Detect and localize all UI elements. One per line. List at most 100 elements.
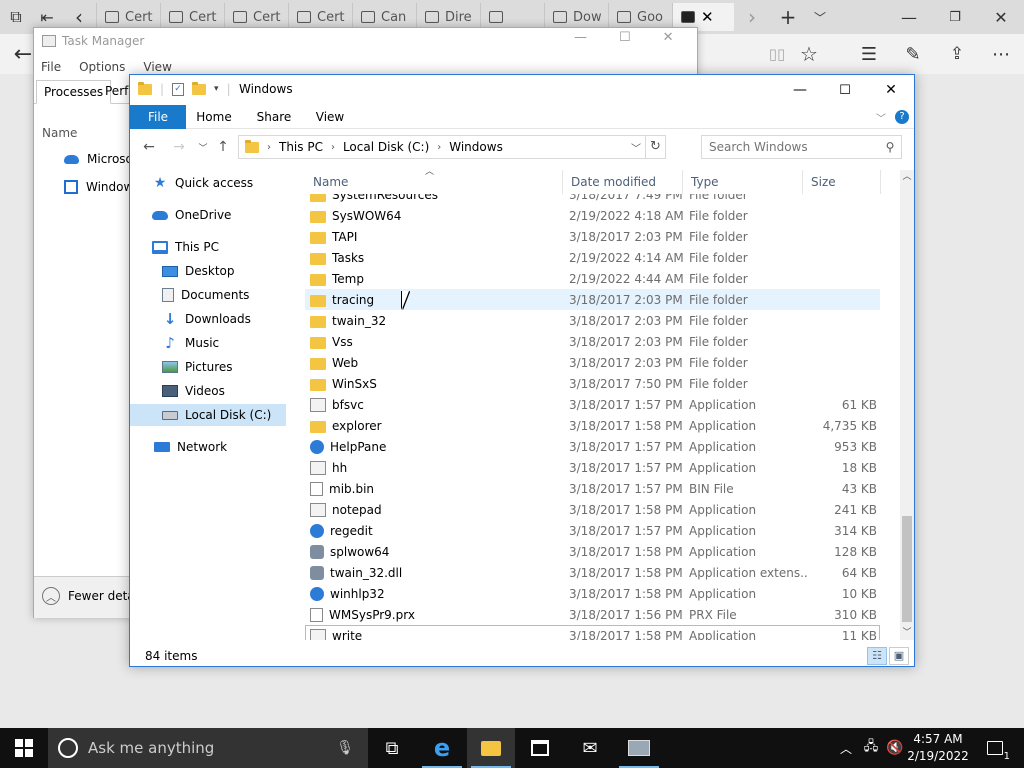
close-icon[interactable]: ✕ [868,75,914,105]
nav-onedrive[interactable]: OneDrive [152,204,231,226]
close-icon[interactable]: ✕ [978,0,1024,34]
favorite-star-icon[interactable]: ☆ [786,37,832,71]
forward-arrow-icon[interactable]: → [168,136,190,158]
volume-muted-icon[interactable]: 🔇 [884,728,906,768]
maximize-icon[interactable]: ☐ [822,75,868,105]
minimize-icon[interactable]: — [777,75,823,105]
large-icons-view-icon[interactable]: ▣ [889,647,909,665]
menu-view[interactable]: View [143,60,171,74]
file-row[interactable]: explorer 3/18/2017 1:58 PM Application 4,73… [305,415,880,436]
file-row[interactable]: WMSysPr9.prx 3/18/2017 1:56 PM PRX File 310… [305,604,880,625]
properties-icon[interactable]: ✓ [172,82,185,96]
more-icon[interactable]: ⋯ [978,37,1024,71]
menu-options[interactable]: Options [79,60,125,74]
nav-local-disk[interactable]: Local Disk (C:) [130,404,286,426]
restore-icon[interactable]: ❐ [932,0,978,34]
tab-preview-chevron-icon[interactable]: ﹀ [800,0,840,34]
file-row[interactable]: tracing 3/18/2017 2:03 PM File folder [305,289,880,310]
scroll-down-icon[interactable]: ﹀ [900,626,914,640]
ribbon-tab-file[interactable]: File [130,105,186,129]
cortana-search-box[interactable]: Ask me anything 🎙 [48,728,368,768]
column-header-date[interactable]: Date modified [563,170,683,194]
customize-toolbar-icon[interactable]: ▾ [214,84,219,94]
nav-quick-access[interactable]: ★ Quick access [152,172,253,194]
scroll-thumb[interactable] [902,516,912,622]
file-row[interactable]: Temp 2/19/2022 4:44 AM File folder [305,268,880,289]
clock[interactable]: 4:57 AM 2/19/2022 [906,731,970,765]
help-icon[interactable]: ? [894,105,910,129]
action-center-icon[interactable]: 1 [980,728,1010,768]
nav-documents[interactable]: Documents [162,284,249,306]
column-header-type[interactable]: Type [683,170,803,194]
web-note-icon[interactable]: ✎ [890,37,936,71]
close-icon[interactable]: ✕ [663,30,674,45]
task-manager-icon[interactable] [615,728,663,768]
file-row[interactable]: twain_32.dll 3/18/2017 1:58 PM Application… [305,562,880,583]
search-input[interactable] [709,140,869,154]
nav-desktop[interactable]: Desktop [162,260,235,282]
file-row[interactable]: hh 3/18/2017 1:57 PM Application 18 KB [305,457,880,478]
refresh-icon[interactable]: ↻ [645,136,665,158]
nav-this-pc[interactable]: This PC [152,236,219,258]
minimize-icon[interactable]: — [574,30,587,45]
share-icon[interactable]: ⇪ [934,37,980,71]
mail-icon[interactable]: ✉ [566,728,614,768]
file-row[interactable]: regedit 3/18/2017 1:57 PM Application 314 K… [305,520,880,541]
task-view-icon[interactable]: ⧉ [368,728,416,768]
file-row[interactable]: SystemResources 3/18/2017 7:49 PM File fol… [305,194,880,205]
file-row[interactable]: notepad 3/18/2017 1:58 PM Application 241 K… [305,499,880,520]
nav-network[interactable]: Network [154,436,227,458]
vertical-scrollbar[interactable]: ︿ ﹀ [900,170,914,640]
chevron-right-icon[interactable]: › [331,142,335,153]
ribbon-tab-view[interactable]: View [310,105,350,129]
breadcrumb-local-disk[interactable]: Local Disk (C:) [343,140,429,154]
search-box[interactable]: ⚲ [701,135,902,159]
file-row[interactable]: Vss 3/18/2017 2:03 PM File folder [305,331,880,352]
menu-file[interactable]: File [41,60,61,74]
file-explorer-window[interactable]: | ✓ ▾ | Windows — ☐ ✕ File Home Share Vi… [129,74,915,667]
file-row[interactable]: write 3/18/2017 1:58 PM Application 11 KB [305,625,880,640]
details-view-icon[interactable]: ☷ [867,647,887,665]
file-row[interactable]: HelpPane 3/18/2017 1:57 PM Application 953 … [305,436,880,457]
process-row[interactable]: Window [64,180,133,194]
minimize-icon[interactable]: — [886,0,932,34]
breadcrumb-this-pc[interactable]: This PC [279,140,323,154]
column-header-size[interactable]: Size [803,170,881,194]
file-row[interactable]: WinSxS 3/18/2017 7:50 PM File folder [305,373,880,394]
recent-locations-icon[interactable]: ﹀ [192,136,214,158]
maximize-icon[interactable]: ☐ [619,30,631,45]
chevron-right-icon[interactable]: › [437,142,441,153]
edge-browser-icon[interactable]: e [418,728,466,768]
tab-close-icon[interactable]: ✕ [701,8,714,26]
hub-icon[interactable]: ☰ [846,37,892,71]
chevron-right-icon[interactable]: › [267,142,271,153]
tab-manager-icon[interactable]: ⧉ [0,0,32,34]
new-folder-icon[interactable] [192,81,207,95]
process-row[interactable]: Microso [64,152,133,166]
address-bar[interactable]: › This PC › Local Disk (C:) › Windows ﹀ … [238,135,666,159]
ribbon-tab-home[interactable]: Home [192,105,236,129]
address-dropdown-icon[interactable]: ﹀ [627,140,645,155]
up-arrow-icon[interactable]: ↑ [212,136,234,158]
show-hidden-icons-icon[interactable]: ︿ [836,728,856,768]
start-windows-icon[interactable] [0,728,48,768]
store-icon[interactable] [516,728,564,768]
microphone-icon[interactable]: 🎙 [336,740,354,756]
nav-videos[interactable]: Videos [162,380,225,402]
nav-music[interactable]: ♪ Music [162,332,219,354]
file-row[interactable]: Tasks 2/19/2022 4:14 AM File folder [305,247,880,268]
file-row[interactable]: twain_32 3/18/2017 2:03 PM File folder [305,310,880,331]
scroll-up-icon[interactable]: ︿ [900,170,914,184]
column-header-name[interactable]: Name ︿ [305,167,563,194]
file-row[interactable]: winhlp32 3/18/2017 1:58 PM Application 10 K… [305,583,880,604]
nav-downloads[interactable]: ↓ Downloads [162,308,251,330]
breadcrumb-windows[interactable]: Windows [449,140,503,154]
back-arrow-icon[interactable]: ← [138,136,160,158]
fewer-details-button[interactable]: ︿ Fewer detai [42,587,138,605]
nav-pictures[interactable]: Pictures [162,356,233,378]
file-row[interactable]: splwow64 3/18/2017 1:58 PM Application 128 … [305,541,880,562]
file-row[interactable]: Web 3/18/2017 2:03 PM File folder [305,352,880,373]
expand-ribbon-icon[interactable]: ﹀ [872,105,890,129]
file-row[interactable]: mib.bin 3/18/2017 1:57 PM BIN File 43 KB [305,478,880,499]
ribbon-tab-share[interactable]: Share [252,105,296,129]
